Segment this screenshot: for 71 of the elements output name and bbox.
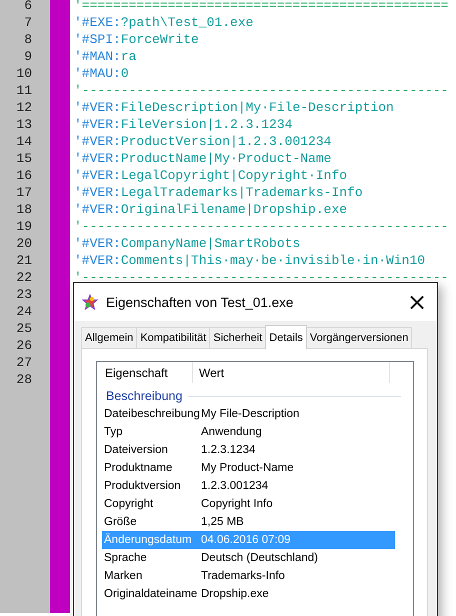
property-row[interactable]: Copyright Copyright Info [102, 495, 395, 513]
directive-key: '#VER: [74, 116, 121, 133]
line-number: 14 [15, 133, 33, 150]
property-row[interactable]: Typ Anwendung [102, 423, 395, 441]
directive-key: '#VER: [74, 167, 121, 184]
line-number: 22 [15, 269, 33, 286]
separator-comment: '----------------------------------------------- [74, 269, 448, 286]
directive-value: FileVersion|1.2.3.1234 [120, 116, 292, 133]
property-row[interactable]: Sprache Deutsch (Deutschland) [102, 549, 395, 567]
property-row[interactable]: Originaldateiname Dropship.exe [102, 585, 395, 603]
tab[interactable]: Details [265, 325, 307, 349]
line-number: 27 [15, 354, 33, 371]
directive-key: '#SPI: [74, 31, 121, 48]
directive-key: '#VER: [74, 252, 121, 269]
directive-key: '#MAU: [74, 65, 121, 82]
directive-value: OriginalFilename|Dropship.exe [120, 201, 348, 218]
directive-value: LegalTrademarks|Trademarks-Info [120, 184, 363, 201]
property-row[interactable]: Marken Trademarks-Info [102, 567, 395, 585]
directive-key: '#VER: [74, 133, 121, 150]
directive-value: Comments|This·may·be·invisible·in·Win10 [120, 252, 426, 269]
line-number: 9 [23, 48, 33, 65]
directive-key: '#VER: [74, 201, 121, 218]
line-number: 28 [15, 371, 33, 388]
line-number: 16 [15, 167, 33, 184]
directive-value: LegalCopyright|Copyright·Info [120, 167, 348, 184]
line-number: 24 [15, 303, 33, 320]
line-number: 19 [15, 218, 33, 235]
separator-comment: '----------------------------------------------- [74, 82, 448, 99]
property-row[interactable]: Produktversion 1.2.3.001234 [102, 477, 395, 495]
directive-key: '#VER: [74, 150, 121, 167]
line-number: 23 [15, 286, 33, 303]
directive-value: 0 [120, 65, 129, 82]
directive-value: FileDescription|My·File-Description [120, 99, 394, 116]
directive-key: '#VER: [74, 235, 121, 252]
line-number: 15 [15, 150, 33, 167]
property-row[interactable]: Produktname My Product-Name [102, 459, 395, 477]
line-number: 7 [23, 14, 33, 31]
directive-value: ProductVersion|1.2.3.001234 [120, 133, 332, 150]
property-row[interactable]: Dateibeschreibung My File-Description [102, 405, 395, 423]
directive-key: '#EXE: [74, 14, 121, 31]
directive-key: '#VER: [74, 99, 121, 116]
directive-value: ra [120, 48, 136, 65]
line-number: 12 [15, 99, 33, 116]
line-number: 11 [15, 82, 33, 99]
line-number: 10 [15, 65, 33, 82]
directive-key: '#VER: [74, 184, 121, 201]
column-header[interactable]: Eigenschaft [102, 362, 193, 383]
property-row[interactable]: Dateiversion 1.2.3.1234 [102, 441, 395, 459]
window-title: Eigenschaften von Test_01.exe [106, 294, 294, 310]
directive-value: CompanyName|SmartRobots [120, 235, 300, 252]
close-button[interactable]: × [397, 283, 437, 321]
line-number: 25 [15, 320, 33, 337]
line-number: 17 [15, 184, 33, 201]
directive-value: ProductName|My·Product-Name [120, 150, 332, 167]
line-number: 13 [15, 116, 33, 133]
tab[interactable]: Allgemein [81, 327, 138, 348]
line-number: 18 [15, 201, 33, 218]
directive-key: '#MAN: [74, 48, 121, 65]
group-header: Beschreibung [106, 389, 182, 403]
column-header[interactable]: Wert [193, 362, 390, 383]
line-number: 6 [23, 0, 33, 14]
line-number: 20 [15, 235, 33, 252]
tab[interactable]: Vorgängerversionen [306, 327, 412, 348]
star-icon [82, 294, 98, 310]
line-number: 8 [23, 31, 33, 48]
line-number: 26 [15, 337, 33, 354]
directive-value: ForceWrite [120, 31, 199, 48]
line-number: 21 [15, 252, 33, 269]
property-row[interactable]: Größe 1,25 MB [102, 513, 395, 531]
directive-value: ?path\Test_01.exe [120, 14, 254, 31]
separator-comment: '----------------------------------------------- [74, 218, 448, 235]
